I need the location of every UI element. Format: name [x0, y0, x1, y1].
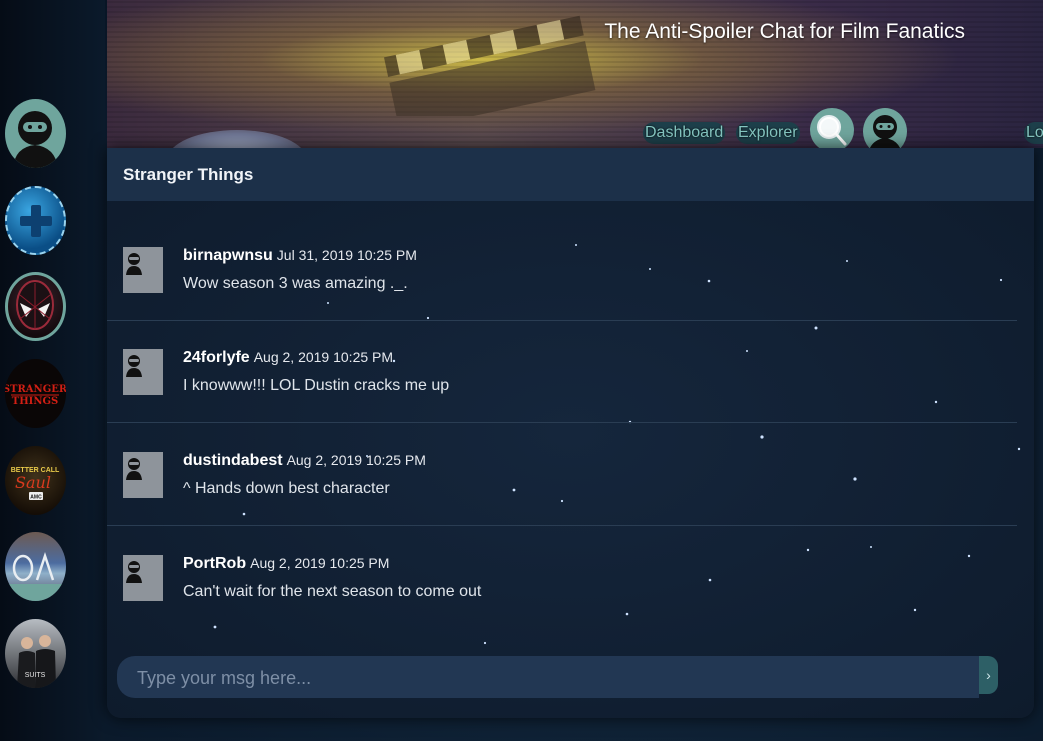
room-sidebar: STRANGER THINGS BETTER CALL Saul AMC SUI… — [0, 0, 105, 741]
message-header: 24forlyfe Aug 2, 2019 10:25 PM — [183, 349, 393, 367]
message-divider — [107, 422, 1017, 423]
message-avatar — [123, 452, 163, 498]
message-header: PortRob Aug 2, 2019 10:25 PM — [183, 555, 389, 573]
chat-message: dustindabest Aug 2, 2019 10:25 PM ^ Hands… — [123, 452, 1017, 555]
message-username[interactable]: PortRob — [183, 555, 246, 572]
chat-message: birnapwnsu Jul 31, 2019 10:25 PM Wow seas… — [123, 247, 1017, 350]
search-button[interactable] — [810, 108, 854, 148]
nav-dashboard-link[interactable]: Dashboard — [643, 122, 726, 144]
room-the-oa[interactable] — [5, 532, 66, 601]
room-suits[interactable]: SUITS — [5, 619, 66, 688]
ninja-icon — [13, 111, 58, 168]
ninja-icon — [869, 115, 901, 148]
spider-mask-icon — [16, 280, 54, 330]
ninja-icon — [126, 458, 142, 480]
send-button[interactable]: › — [979, 656, 998, 694]
chat-panel: Stranger Things birnapwnsu Jul 31, 2019 1… — [107, 148, 1034, 718]
chat-header: Stranger Things — [107, 148, 1034, 201]
suits-poster-icon: SUITS — [17, 635, 56, 688]
chat-message: PortRob Aug 2, 2019 10:25 PM Can't wait f… — [123, 555, 1017, 658]
room-spider-man[interactable] — [5, 272, 66, 341]
site-header: The Anti-Spoiler Chat for Film Fanatics … — [107, 0, 1043, 148]
svg-text:AMC: AMC — [30, 495, 42, 501]
message-text: Can't wait for the next season to come o… — [183, 583, 482, 600]
profile-avatar[interactable] — [5, 99, 66, 168]
nav-explorer-link[interactable]: Explorer — [736, 122, 800, 144]
site-title: The Anti-Spoiler Chat for Film Fanatics — [604, 20, 965, 43]
ninja-icon — [126, 355, 142, 377]
message-text: ^ Hands down best character — [183, 480, 390, 497]
chat-message: 24forlyfe Aug 2, 2019 10:25 PM I knowww!!… — [123, 349, 1017, 452]
message-divider — [107, 525, 1017, 526]
message-divider — [107, 320, 1017, 321]
search-icon — [817, 115, 847, 146]
room-better-call-saul[interactable]: BETTER CALL Saul AMC — [5, 446, 66, 515]
room-stranger-things[interactable]: STRANGER THINGS — [5, 359, 66, 428]
svg-text:STRANGER: STRANGER — [5, 384, 66, 395]
message-avatar — [123, 247, 163, 293]
message-avatar — [123, 349, 163, 395]
add-room-button[interactable] — [5, 186, 66, 255]
message-timestamp: Aug 2, 2019 10:25 PM — [250, 555, 390, 571]
message-timestamp: Aug 2, 2019 10:25 PM — [253, 349, 394, 365]
message-username[interactable]: birnapwnsu — [183, 247, 273, 264]
nav-logout-link[interactable]: Logout — [1024, 122, 1043, 144]
message-header: dustindabest Aug 2, 2019 10:25 PM — [183, 452, 426, 470]
plus-icon — [19, 204, 52, 237]
better-call-saul-logo-icon: BETTER CALL Saul AMC — [11, 467, 60, 501]
message-username[interactable]: dustindabest — [183, 452, 283, 469]
message-timestamp: Jul 31, 2019 10:25 PM — [276, 247, 417, 263]
the-oa-poster-icon — [5, 552, 66, 601]
message-timestamp: Aug 2, 2019 10:25 PM — [286, 452, 426, 468]
ninja-icon — [126, 561, 142, 583]
clapperboard-icon — [383, 15, 596, 116]
room-title: Stranger Things — [123, 165, 254, 184]
stranger-things-logo-icon: STRANGER THINGS — [5, 384, 66, 407]
svg-text:THINGS: THINGS — [12, 396, 58, 407]
ninja-icon — [126, 253, 142, 275]
message-text: Wow season 3 was amazing ._. — [183, 275, 408, 292]
svg-text:SUITS: SUITS — [25, 672, 46, 679]
user-avatar[interactable] — [863, 108, 907, 148]
message-username[interactable]: 24forlyfe — [183, 349, 250, 366]
message-text: I knowww!!! LOL Dustin cracks me up — [183, 377, 450, 394]
message-avatar — [123, 555, 163, 601]
message-input[interactable]: Type your msg here... — [117, 656, 979, 698]
svg-text:Saul: Saul — [15, 473, 51, 492]
message-header: birnapwnsu Jul 31, 2019 10:25 PM — [183, 247, 417, 265]
